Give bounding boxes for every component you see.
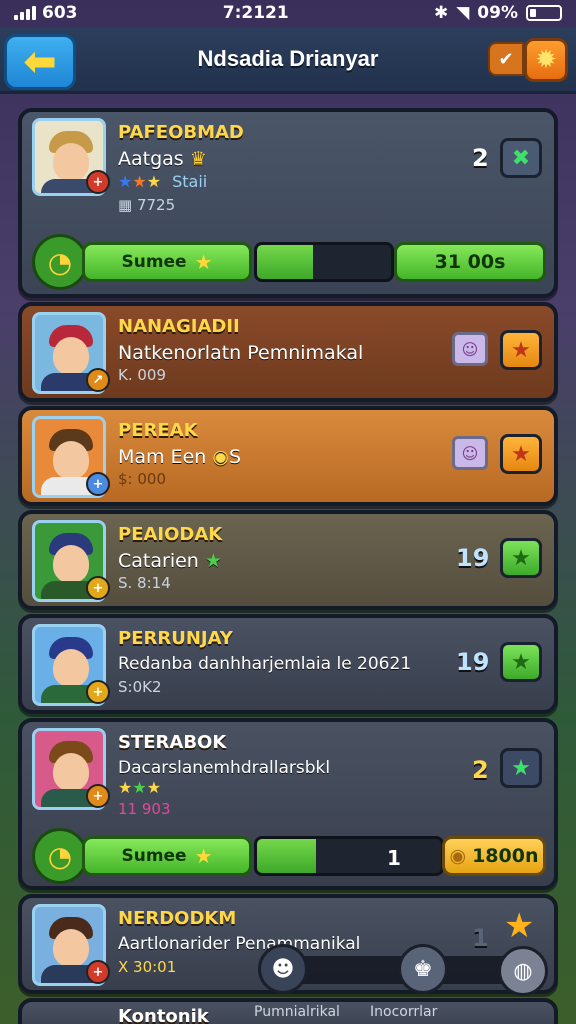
player-subtitle: Natkenorlatn Pemnimakal <box>118 342 364 364</box>
plus-badge-icon: + <box>86 472 110 496</box>
star-icon: ★ <box>204 550 222 572</box>
plus-badge-icon: + <box>86 960 110 984</box>
thumbs-up-tab-icon[interactable]: ♚ <box>398 944 448 994</box>
player-subtitle: Redanba danhharjemlaia le 20621 <box>118 654 412 674</box>
item-thumbnail-icon: ☺ <box>452 332 488 366</box>
carrier: 603 <box>42 3 78 23</box>
settings-button[interactable]: ✹ <box>524 38 568 82</box>
player-name: PEREAK <box>118 420 198 441</box>
progress-bar: 1 <box>254 836 444 876</box>
favorite-button[interactable]: ★ <box>500 538 542 578</box>
shield-tab-icon[interactable]: ◍ <box>498 946 548 996</box>
status-bar: 603 7:2121 ✱ ◥ 09% <box>0 0 576 26</box>
player-subtitle: Dacarslanemhdrallarsbkl <box>118 758 331 778</box>
plus-badge-icon: + <box>86 576 110 600</box>
player-name: PERRUNJAY <box>118 628 233 649</box>
chart-icon: ▦ <box>118 196 133 214</box>
progress-row-2: ◔ Sumee ★ 1 ◉ 1800n <box>32 828 546 888</box>
clock: 7:2121 <box>222 3 289 23</box>
plus-badge-icon: + <box>86 784 110 808</box>
item-thumbnail-icon: ☺ <box>452 436 488 470</box>
player-card-5[interactable]: + PERRUNJAY Redanba danhharjemlaia le 20… <box>18 614 558 714</box>
player-meta: 11 903 <box>118 800 171 818</box>
arrow-badge-icon: ↗ <box>86 368 110 392</box>
status-right: ✱ ◥ 09% <box>434 3 562 23</box>
favorite-button[interactable]: ★ <box>500 748 542 788</box>
status-left: 603 <box>14 3 78 23</box>
player-meta: $: 000 <box>118 470 166 488</box>
star-icon: ★ <box>511 337 531 363</box>
progress-bar <box>254 242 394 282</box>
favorite-button[interactable]: ★ <box>500 642 542 682</box>
player-meta: S. 8:14 <box>118 574 171 592</box>
rank-number: 2 <box>472 144 489 172</box>
player-name: Kontonik <box>118 1006 209 1024</box>
rank-number: 19 <box>456 544 490 572</box>
star-icon: ★ <box>504 906 535 946</box>
player-card-6[interactable]: + STERABOK Dacarslanemhdrallarsbkl ★★★ 1… <box>18 718 558 890</box>
player-card-3[interactable]: + PEREAK Mam Een ◉S $: 000 ☺ ★ <box>18 406 558 506</box>
battery-icon <box>525 5 562 21</box>
player-meta: K. 009 <box>118 366 167 384</box>
chick-icon: ◔ <box>32 828 88 884</box>
header: ⬅ Ndsadia Drianyar ✔ ✹ <box>0 28 576 94</box>
star-rating: ★★★ Staii <box>118 172 208 191</box>
player-subtitle: Catarien ★ <box>118 550 222 572</box>
star-rating: ★★★ <box>118 778 162 797</box>
star-icon: ★ <box>511 441 531 467</box>
player-name: NANAGIADII <box>118 316 240 337</box>
favorite-button[interactable]: ★ <box>500 330 542 370</box>
player-name: NERDODKM <box>118 908 237 929</box>
plus-badge-icon: + <box>86 680 110 704</box>
progress-fill <box>257 839 316 873</box>
rank-number: 2 <box>472 756 489 784</box>
coin-icon: ◉ <box>212 446 229 468</box>
progress-count: 1 <box>387 846 401 870</box>
bottom-nav: ☻ ♚ ◍ <box>250 944 550 1000</box>
crown-icon: ♛ <box>189 148 207 170</box>
player-meta: X 30:01 <box>118 958 177 976</box>
mascot-tab-icon[interactable]: ☻ <box>258 944 308 994</box>
reward-button[interactable]: ◉ 1800n <box>442 836 546 876</box>
close-icon: ✖ <box>511 145 531 171</box>
check-button[interactable]: ✔ <box>488 42 524 76</box>
star-icon: ★ <box>511 649 531 675</box>
favorite-button[interactable]: ★ <box>500 434 542 474</box>
nav-label-1: Pumnialrikal <box>254 1004 340 1020</box>
player-name: PAFEOBMAD <box>118 122 244 143</box>
player-subtitle: Mam Een ◉S <box>118 446 242 468</box>
player-card-4[interactable]: + PEAIODAK Catarien ★ S. 8:14 19 ★ <box>18 510 558 610</box>
player-meta: S:0K2 <box>118 678 162 696</box>
player-meta: ▦ 7725 <box>118 196 176 214</box>
header-actions: ✔ ✹ <box>488 38 568 82</box>
summon-button[interactable]: Sumee ★ <box>82 836 252 876</box>
plus-badge-icon: + <box>86 170 110 194</box>
star-icon: ★ <box>194 844 213 868</box>
progress-fill <box>257 245 314 279</box>
player-card-1[interactable]: + PAFEOBMAD Aatgas ♛ ★★★ Staii ▦ 7725 2 … <box>18 108 558 298</box>
timer-button[interactable]: 31 00s <box>394 242 546 282</box>
battery-percent: 09% <box>477 3 518 23</box>
star-icon: ★ <box>511 755 531 781</box>
star-icon: ★ <box>511 545 531 571</box>
chick-icon: ◔ <box>32 234 88 290</box>
signal-icon <box>14 6 36 20</box>
close-button[interactable]: ✖ <box>500 138 542 178</box>
progress-row-1: ◔ Sumee ★ 31 00s <box>32 234 546 294</box>
summon-button[interactable]: Sumee ★ <box>82 242 252 282</box>
player-subtitle: Aatgas ♛ <box>118 148 207 170</box>
gear-icon: ✹ <box>535 45 557 75</box>
star-icon: ★ <box>194 250 213 274</box>
nav-label-2: Inocorrlar <box>370 1004 438 1020</box>
rank-number: 19 <box>456 648 490 676</box>
bluetooth-icon: ✱ <box>433 3 449 23</box>
player-card-2[interactable]: ↗ NANAGIADII Natkenorlatn Pemnimakal K. … <box>18 302 558 402</box>
player-name: PEAIODAK <box>118 524 223 545</box>
player-name: STERABOK <box>118 732 227 753</box>
coin-icon: ◉ <box>449 845 467 867</box>
wifi-icon: ◥ <box>456 3 470 23</box>
